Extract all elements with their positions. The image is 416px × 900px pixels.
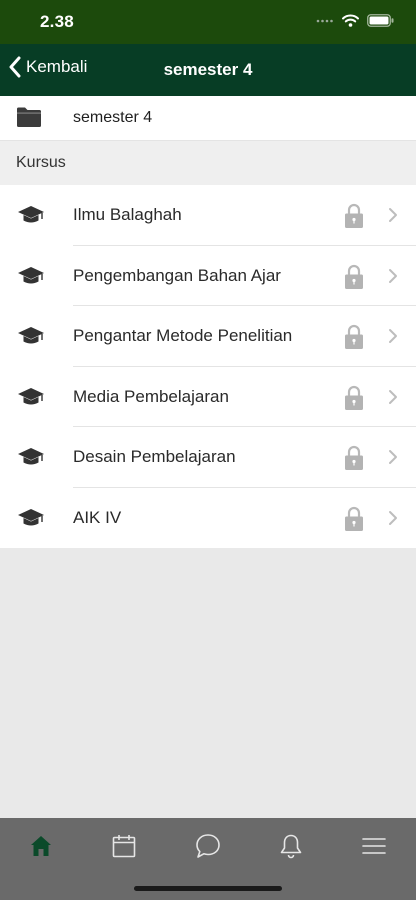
tab-home[interactable] [21, 831, 61, 861]
graduation-cap-icon [17, 508, 45, 533]
calendar-icon [112, 835, 136, 858]
course-list: Ilmu Balaghah Pengembangan Bahan Ajar Pe… [0, 185, 416, 548]
graduation-cap-icon [17, 447, 45, 472]
chevron-right-icon [388, 389, 398, 410]
course-item[interactable]: Pengantar Metode Penelitian [0, 306, 416, 367]
bell-icon [280, 834, 302, 859]
status-bar: 2.38 [0, 0, 416, 44]
folder-icon [16, 106, 42, 133]
lock-icon [344, 264, 364, 295]
course-name: Pengembangan Bahan Ajar [73, 265, 281, 285]
tab-calendar[interactable] [104, 831, 144, 861]
navigation-bar: Kembali semester 4 [0, 44, 416, 96]
course-item[interactable]: Desain Pembelajaran [0, 427, 416, 488]
tab-messages[interactable] [188, 831, 228, 861]
chevron-right-icon [388, 449, 398, 470]
section-header: Kursus [0, 141, 416, 185]
course-item[interactable]: Pengembangan Bahan Ajar [0, 246, 416, 307]
course-name: Ilmu Balaghah [73, 205, 182, 224]
menu-icon [362, 838, 386, 854]
tab-menu[interactable] [354, 831, 394, 861]
graduation-cap-icon [17, 205, 45, 230]
chevron-right-icon [388, 268, 398, 289]
lock-icon [344, 445, 364, 476]
lock-icon [344, 324, 364, 355]
cellular-signal-icon [316, 16, 334, 26]
tab-notifications[interactable] [271, 831, 311, 861]
chevron-right-icon [388, 510, 398, 531]
wifi-icon [342, 14, 359, 27]
chat-icon [196, 834, 220, 858]
battery-icon [367, 14, 394, 27]
home-icon [31, 836, 51, 856]
course-name: Pengantar Metode Penelitian [73, 326, 293, 345]
folder-name: semester 4 [73, 109, 153, 126]
course-name: Media Pembelajaran [73, 386, 229, 406]
course-item[interactable]: Media Pembelajaran [0, 367, 416, 428]
status-icons [316, 14, 394, 27]
graduation-cap-icon [17, 326, 45, 351]
lock-icon [344, 385, 364, 416]
page-title: semester 4 [163, 60, 253, 79]
home-indicator [134, 886, 282, 891]
course-name: Desain Pembelajaran [73, 447, 236, 466]
lock-icon [344, 203, 364, 234]
chevron-right-icon [388, 207, 398, 228]
status-time: 2.38 [40, 12, 74, 31]
section-title: Kursus [16, 154, 66, 171]
chevron-right-icon [388, 328, 398, 349]
graduation-cap-icon [17, 266, 45, 291]
course-name: AIK IV [73, 507, 122, 527]
course-item[interactable]: Ilmu Balaghah [0, 185, 416, 246]
graduation-cap-icon [17, 387, 45, 412]
lock-icon [344, 506, 364, 537]
folder-row: semester 4 [0, 96, 416, 141]
course-item[interactable]: AIK IV [0, 488, 416, 549]
